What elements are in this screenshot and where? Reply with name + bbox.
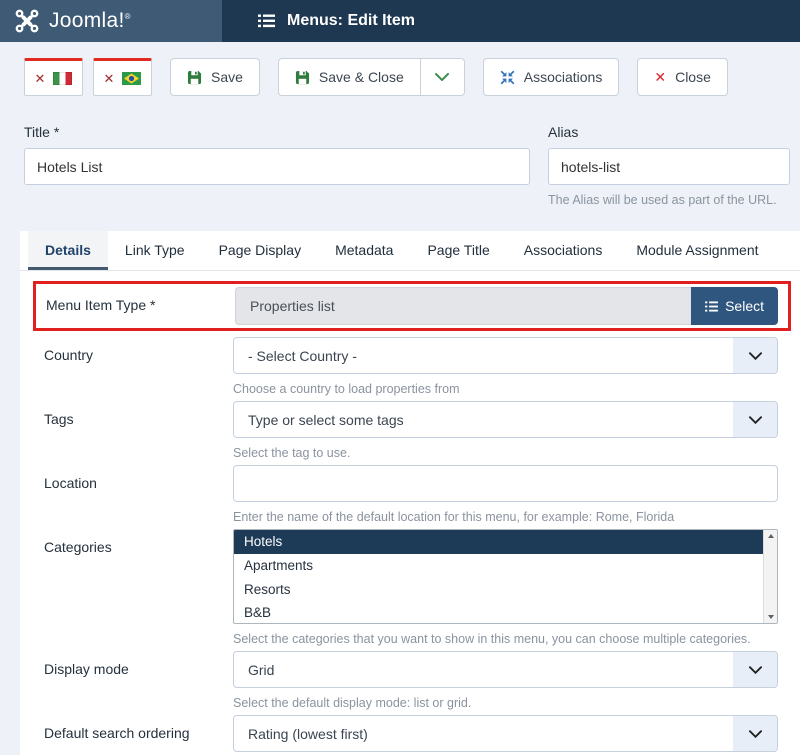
category-option-apartments[interactable]: Apartments (234, 554, 763, 578)
remove-icon: ✕ (104, 72, 115, 85)
alias-input[interactable] (548, 148, 790, 185)
tags-row: Tags Type or select some tags Select the… (44, 401, 778, 460)
title-field-group: Title * (24, 124, 530, 207)
tab-page-display[interactable]: Page Display (202, 231, 319, 270)
alias-help-text: The Alias will be used as part of the UR… (548, 193, 790, 207)
tab-details[interactable]: Details (28, 231, 108, 270)
tab-link-type[interactable]: Link Type (108, 231, 202, 270)
select-menu-item-type-button[interactable]: Select (691, 287, 778, 325)
location-row: Location Enter the name of the default l… (44, 465, 778, 524)
search-ordering-select[interactable]: Rating (lowest first) (233, 715, 778, 752)
location-input[interactable] (233, 465, 778, 502)
save-close-button-group: Save & Close (278, 58, 465, 96)
title-alias-section: Title * Alias The Alias will be used as … (0, 96, 800, 207)
categories-help-text: Select the categories that you want to s… (233, 632, 778, 646)
categories-row: Categories Hotels Apartments Resorts B&B… (44, 529, 778, 646)
save-icon (295, 70, 310, 85)
top-header: Joomla!® Menus: Edit Item (0, 0, 800, 42)
search-ordering-row: Default search ordering Rating (lowest f… (44, 715, 778, 755)
chevron-down-icon (733, 338, 777, 373)
location-label: Location (44, 465, 233, 524)
display-mode-help-text: Select the default display mode: list or… (233, 696, 778, 710)
brand-text: Joomla!® (49, 9, 131, 33)
title-label: Title * (24, 124, 530, 140)
page-header: Menus: Edit Item (222, 0, 800, 42)
category-option-hotels[interactable]: Hotels (234, 530, 763, 554)
menu-item-type-row: Menu Item Type * Properties list Select (46, 287, 778, 325)
categories-listbox[interactable]: Hotels Apartments Resorts B&B (233, 529, 778, 624)
menu-item-type-value: Properties list (235, 287, 691, 325)
details-form: Menu Item Type * Properties list Select (20, 271, 800, 755)
scroll-down-icon[interactable] (768, 615, 774, 619)
display-mode-label: Display mode (44, 651, 233, 710)
joomla-brand: Joomla!® (0, 0, 222, 42)
country-select[interactable]: - Select Country - (233, 337, 778, 374)
scroll-up-icon[interactable] (768, 534, 774, 538)
page-title: Menus: Edit Item (287, 12, 415, 30)
compress-arrows-icon (500, 70, 515, 85)
menu-item-type-label: Menu Item Type * (46, 287, 235, 325)
save-and-close-button[interactable]: Save & Close (278, 58, 421, 96)
listbox-scrollbar[interactable] (763, 530, 777, 623)
joomla-logo-icon (14, 8, 40, 34)
menu-list-icon (258, 14, 275, 28)
save-options-dropdown-toggle[interactable] (421, 58, 465, 96)
chevron-down-icon (733, 716, 777, 751)
tags-label: Tags (44, 401, 233, 460)
associations-button[interactable]: Associations (483, 58, 620, 96)
chevron-down-icon (435, 73, 449, 81)
display-mode-row: Display mode Grid Select the default dis… (44, 651, 778, 710)
list-icon (705, 301, 718, 312)
category-option-bb[interactable]: B&B (234, 601, 763, 624)
search-ordering-label: Default search ordering (44, 715, 233, 755)
category-option-resorts[interactable]: Resorts (234, 578, 763, 602)
italian-flag-icon (53, 72, 72, 85)
brazilian-flag-icon (122, 72, 141, 85)
remove-icon: ✕ (35, 72, 46, 85)
tags-help-text: Select the tag to use. (233, 446, 778, 460)
remove-brazilian-association-button[interactable]: ✕ (93, 58, 152, 96)
remove-italian-association-button[interactable]: ✕ (24, 58, 83, 96)
title-input[interactable] (24, 148, 530, 185)
alias-field-group: Alias The Alias will be used as part of … (548, 124, 790, 207)
toolbar: ✕ ✕ Save Save & Close (0, 42, 800, 96)
save-button[interactable]: Save (170, 58, 260, 96)
tab-bar: Details Link Type Page Display Metadata … (20, 231, 800, 271)
edit-item-panel: Details Link Type Page Display Metadata … (20, 231, 800, 755)
tab-associations[interactable]: Associations (507, 231, 620, 270)
menu-item-type-highlight-annotation: Menu Item Type * Properties list Select (33, 281, 791, 331)
display-mode-select[interactable]: Grid (233, 651, 778, 688)
chevron-down-icon (733, 402, 777, 437)
tab-page-title[interactable]: Page Title (410, 231, 506, 270)
country-help-text: Choose a country to load properties from (233, 382, 778, 396)
close-button[interactable]: ✕ Close (637, 58, 728, 96)
tags-select[interactable]: Type or select some tags (233, 401, 778, 438)
categories-options: Hotels Apartments Resorts B&B (234, 530, 763, 623)
country-row: Country - Select Country - Choose a coun… (44, 337, 778, 396)
close-icon: ✕ (654, 70, 666, 84)
chevron-down-icon (733, 652, 777, 687)
country-label: Country (44, 337, 233, 396)
tab-metadata[interactable]: Metadata (318, 231, 410, 270)
alias-label: Alias (548, 124, 790, 140)
save-icon (187, 70, 202, 85)
location-help-text: Enter the name of the default location f… (233, 510, 778, 524)
tab-module-assignment[interactable]: Module Assignment (619, 231, 775, 270)
categories-label: Categories (44, 529, 233, 646)
